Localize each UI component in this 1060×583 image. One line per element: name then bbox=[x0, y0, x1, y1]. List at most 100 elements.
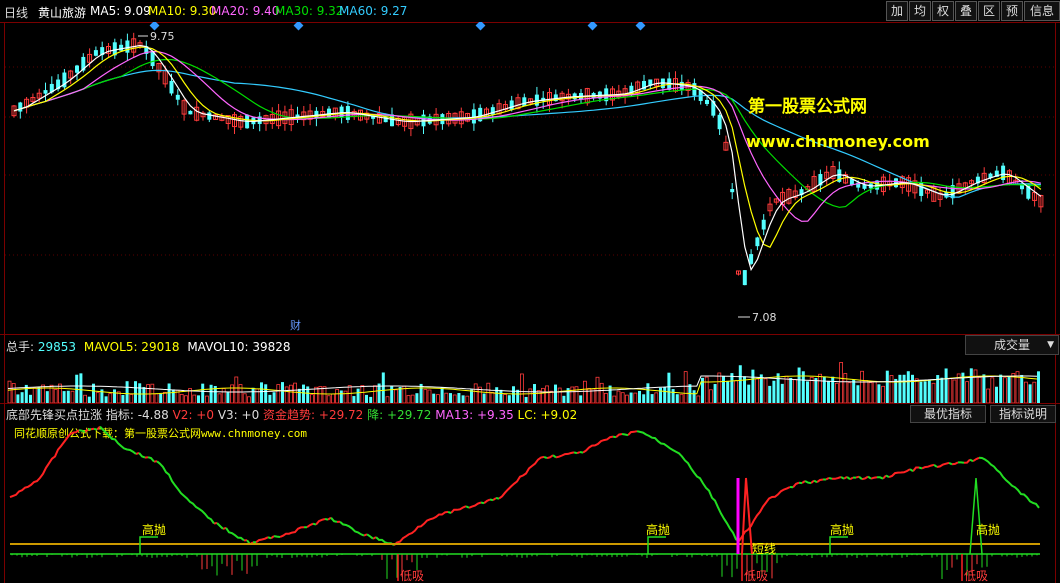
low-price-label: 7.08 bbox=[752, 311, 777, 324]
candle-body bbox=[207, 112, 212, 120]
chevron-down-icon: ▼ bbox=[1047, 340, 1054, 350]
volume-bar bbox=[868, 382, 873, 403]
candle-body bbox=[169, 80, 174, 94]
average-button[interactable]: 均 bbox=[909, 1, 931, 21]
volume-bar bbox=[772, 380, 776, 403]
volume-bar bbox=[965, 381, 969, 403]
signal-label-high: 高抛 bbox=[976, 522, 1000, 537]
volume-bar bbox=[62, 391, 66, 403]
volume-bar bbox=[625, 394, 629, 403]
volume-bar bbox=[482, 393, 486, 403]
signal-label-high: 高抛 bbox=[830, 522, 854, 537]
event-marker bbox=[635, 22, 646, 31]
volume-bar bbox=[201, 383, 205, 403]
volume-bar bbox=[738, 365, 742, 403]
volume-bar bbox=[831, 376, 835, 403]
volume-bar bbox=[142, 387, 146, 403]
volume-bar bbox=[79, 373, 83, 403]
volume-bar bbox=[587, 387, 591, 403]
volume-bar bbox=[129, 394, 134, 403]
volume-bar bbox=[659, 387, 662, 403]
volume-bar bbox=[872, 381, 877, 403]
volume-bar bbox=[70, 390, 75, 403]
volume-bar bbox=[284, 386, 289, 403]
candle-body bbox=[730, 189, 735, 193]
signal-spike bbox=[969, 477, 983, 555]
best-indicator-button[interactable]: 最优指标 bbox=[910, 405, 986, 423]
overlay-button[interactable]: 叠 bbox=[955, 1, 977, 21]
stock-name: 黄山旅游 bbox=[38, 6, 87, 20]
ma20-readout: MA20: 9.40 bbox=[211, 4, 280, 18]
volume-bar bbox=[234, 376, 239, 403]
signal-label-high: 高抛 bbox=[142, 522, 166, 537]
volume-bar bbox=[268, 394, 272, 403]
add-button[interactable]: 加 bbox=[886, 1, 908, 21]
volume-bar bbox=[982, 374, 986, 403]
finance-marker: 财 bbox=[290, 318, 301, 332]
volume-bar bbox=[881, 385, 885, 403]
volume-bar bbox=[507, 395, 511, 403]
volume-bar bbox=[818, 373, 822, 403]
volume-bar bbox=[1011, 373, 1016, 403]
candle-body bbox=[125, 40, 130, 53]
period-label[interactable]: 日线 bbox=[4, 4, 28, 21]
indicator-name[interactable]: 底部先锋买点拉涨 bbox=[6, 408, 102, 422]
volume-bar bbox=[427, 389, 432, 403]
volume-bar bbox=[692, 390, 696, 403]
volume-bar bbox=[776, 373, 780, 403]
forecast-button[interactable]: 预 bbox=[1001, 1, 1023, 21]
volume-bar bbox=[435, 394, 440, 403]
volume-bar bbox=[369, 396, 373, 403]
volume-bar bbox=[11, 383, 16, 403]
volume-bar bbox=[264, 384, 268, 403]
volume-bar bbox=[121, 395, 125, 403]
volume-indicator-value: 成交量 bbox=[993, 338, 1030, 352]
high-price-label: 9.75 bbox=[150, 30, 175, 43]
volume-bar bbox=[952, 379, 957, 403]
event-marker bbox=[293, 22, 304, 31]
volume-indicator-divider bbox=[0, 403, 1060, 404]
volume-bar bbox=[843, 373, 848, 403]
volume-bar bbox=[784, 375, 789, 403]
rights-button[interactable]: 权 bbox=[932, 1, 954, 21]
volume-bar bbox=[633, 392, 638, 403]
volume-bar bbox=[793, 379, 797, 403]
volume-bar bbox=[393, 389, 398, 403]
volume-bar bbox=[650, 394, 654, 403]
info-button[interactable]: 信息 bbox=[1024, 1, 1060, 21]
volume-bar bbox=[717, 372, 722, 403]
chart-header: 日线 黄山旅游 MA5: 9.09 MA10: 9.30 MA20: 9.40 … bbox=[0, 0, 1060, 22]
range-button[interactable]: 区 bbox=[978, 1, 1000, 21]
volume-bar bbox=[444, 392, 449, 403]
volume-chart[interactable] bbox=[0, 354, 1060, 403]
event-marker bbox=[475, 22, 486, 31]
volume-bar bbox=[465, 395, 470, 403]
indicator-help-button[interactable]: 指标说明 bbox=[990, 405, 1056, 423]
volume-bar bbox=[499, 389, 503, 403]
candle-body bbox=[119, 44, 124, 51]
volume-bar bbox=[755, 378, 759, 403]
signal-step bbox=[829, 536, 848, 554]
mavol5-readout: MAVOL5: 29018 bbox=[83, 340, 180, 354]
candle-body bbox=[150, 51, 155, 67]
volume-readouts: 总手: 29853 MAVOL5: 29018 MAVOL10: 39828 bbox=[6, 338, 291, 355]
volume-bar bbox=[839, 362, 843, 403]
volume-bar bbox=[138, 383, 142, 403]
mavol10-readout: MAVOL10: 39828 bbox=[187, 340, 291, 354]
volume-bar bbox=[209, 384, 213, 403]
volume-bar bbox=[217, 393, 222, 403]
price-volume-divider bbox=[0, 334, 1060, 335]
volume-bar bbox=[171, 389, 175, 403]
signal-label-short: 短线 bbox=[752, 542, 776, 556]
volume-bar bbox=[835, 382, 839, 403]
volume-bar bbox=[860, 370, 864, 403]
volume-bar bbox=[108, 393, 113, 403]
volume-indicator-select[interactable]: 成交量 ▼ bbox=[965, 335, 1059, 355]
volume-bar bbox=[381, 372, 385, 403]
volume-bar bbox=[864, 380, 869, 403]
price-chart[interactable]: 9.75 7.08 财 第一股票公式网 www.chnmoney.com bbox=[0, 22, 1060, 334]
indicator-chart[interactable]: 高抛 高抛 高抛 高抛 低吸 低吸 低吸 短线 bbox=[0, 423, 1060, 583]
volume-bar bbox=[179, 393, 184, 403]
volume-bar bbox=[183, 395, 188, 403]
volume-bar bbox=[973, 369, 978, 403]
